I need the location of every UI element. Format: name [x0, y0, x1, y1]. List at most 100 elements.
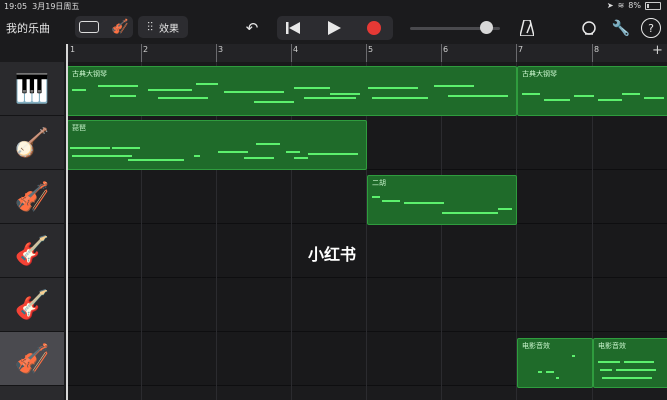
note: [294, 157, 308, 159]
bar-number: 2: [143, 45, 149, 54]
watermark: 小红书: [308, 245, 357, 264]
region-film-fx-2[interactable]: 电影音效: [593, 338, 667, 388]
bar-number: 8: [594, 45, 600, 54]
note: [128, 159, 184, 161]
metronome-button[interactable]: [517, 18, 537, 38]
region-label: 电影音效: [522, 342, 550, 350]
effects-label: 效果: [159, 23, 179, 35]
help-button[interactable]: ?: [641, 18, 661, 38]
track-headers: 🎹 🪕 🎻 🎸 🎸 🎻: [0, 62, 64, 400]
note: [372, 196, 380, 198]
bar-number: 3: [218, 45, 224, 54]
note: [572, 355, 575, 357]
bar-tick: [441, 44, 442, 62]
region-label: 二胡: [372, 179, 386, 187]
note: [574, 95, 594, 97]
note: [244, 157, 274, 159]
my-songs-button[interactable]: 我的乐曲: [6, 20, 50, 36]
track-header-bass[interactable]: 🎸: [0, 224, 64, 278]
note: [194, 155, 200, 157]
note: [448, 95, 508, 97]
time-text: 19:05: [4, 2, 28, 11]
region-piano-2[interactable]: 古典大钢琴: [517, 66, 667, 116]
go-to-start-button[interactable]: [284, 19, 302, 37]
play-button[interactable]: [325, 19, 343, 37]
note: [404, 202, 444, 204]
note: [598, 361, 620, 363]
undo-icon: ↶: [245, 19, 259, 37]
timeline-ruler[interactable]: 1 2 3 4 5 6 7 8 +: [66, 43, 667, 63]
bar-tick: [366, 44, 367, 62]
region-film-fx-1[interactable]: 电影音效: [517, 338, 593, 388]
track-header-piano[interactable]: 🎹: [0, 62, 64, 116]
bar-tick: [216, 44, 217, 62]
bar-tick: [592, 44, 593, 62]
note: [224, 91, 284, 93]
instrument-icon[interactable]: 🎻: [111, 19, 128, 35]
wifi-icon: ≋: [617, 1, 625, 10]
region-erhu[interactable]: 二胡: [367, 175, 517, 225]
view-toggle-group: 🎻: [75, 16, 133, 38]
settings-button[interactable]: 🔧: [611, 18, 631, 38]
location-icon: ➤: [606, 1, 614, 10]
note: [112, 147, 140, 149]
metronome-icon: [520, 20, 534, 36]
region-label: 古典大钢琴: [72, 70, 107, 78]
bar-number: 7: [518, 45, 524, 54]
note: [598, 99, 622, 101]
go-to-start-icon: [286, 22, 300, 34]
battery-icon: [645, 1, 661, 10]
note: [600, 369, 612, 371]
region-label: 古典大钢琴: [522, 70, 557, 78]
region-piano-1[interactable]: 古典大钢琴: [67, 66, 517, 116]
track-header-erhu[interactable]: 🎻: [0, 170, 64, 224]
volume-slider-knob[interactable]: [480, 21, 493, 34]
bar-number: 4: [293, 45, 299, 54]
note: [372, 97, 428, 99]
note: [644, 97, 664, 99]
note: [382, 200, 400, 202]
note: [218, 151, 248, 153]
record-button[interactable]: [365, 19, 383, 37]
region-pipa[interactable]: 琵琶: [67, 120, 367, 170]
note: [556, 377, 559, 379]
note: [368, 87, 418, 89]
status-bar: 19:05 3月19日周五 ➤ ≋ 8%: [0, 0, 667, 12]
note: [330, 93, 360, 95]
erhu-icon: 🎻: [14, 180, 50, 213]
note: [110, 95, 136, 97]
play-icon: [327, 21, 341, 35]
effects-button[interactable]: ⫶⫶ 效果: [138, 16, 188, 38]
bass-guitar-icon: 🎸: [14, 234, 50, 267]
note: [70, 147, 110, 149]
note: [434, 85, 474, 87]
note: [196, 83, 218, 85]
note: [616, 369, 656, 371]
note: [148, 89, 192, 91]
loop-browser-button[interactable]: [579, 18, 599, 38]
strings-icon: 🎻: [14, 342, 50, 375]
region-label: 电影音效: [598, 342, 626, 350]
note: [256, 143, 280, 145]
loop-icon: [582, 21, 596, 35]
track-header-strings[interactable]: 🎻: [0, 332, 64, 386]
note: [498, 208, 512, 210]
track-header-guitar[interactable]: 🎸: [0, 278, 64, 332]
note: [72, 89, 86, 91]
note: [254, 101, 294, 103]
toolbar: 我的乐曲 🎻 ⫶⫶ 效果 ↶ 🔧 ?: [0, 12, 667, 44]
undo-button[interactable]: ↶: [242, 18, 262, 38]
note: [546, 371, 554, 373]
acoustic-guitar-icon: 🎸: [14, 288, 50, 321]
note: [522, 93, 540, 95]
tracks-view-icon[interactable]: [79, 21, 100, 33]
playhead[interactable]: [66, 44, 68, 400]
note: [602, 377, 652, 379]
mixer-icon: ⫶⫶: [146, 19, 153, 34]
track-header-pipa[interactable]: 🪕: [0, 116, 64, 170]
bar-number: 5: [368, 45, 374, 54]
note: [294, 87, 330, 89]
region-label: 琵琶: [72, 124, 86, 132]
add-section-button[interactable]: +: [652, 43, 663, 58]
note: [158, 97, 208, 99]
